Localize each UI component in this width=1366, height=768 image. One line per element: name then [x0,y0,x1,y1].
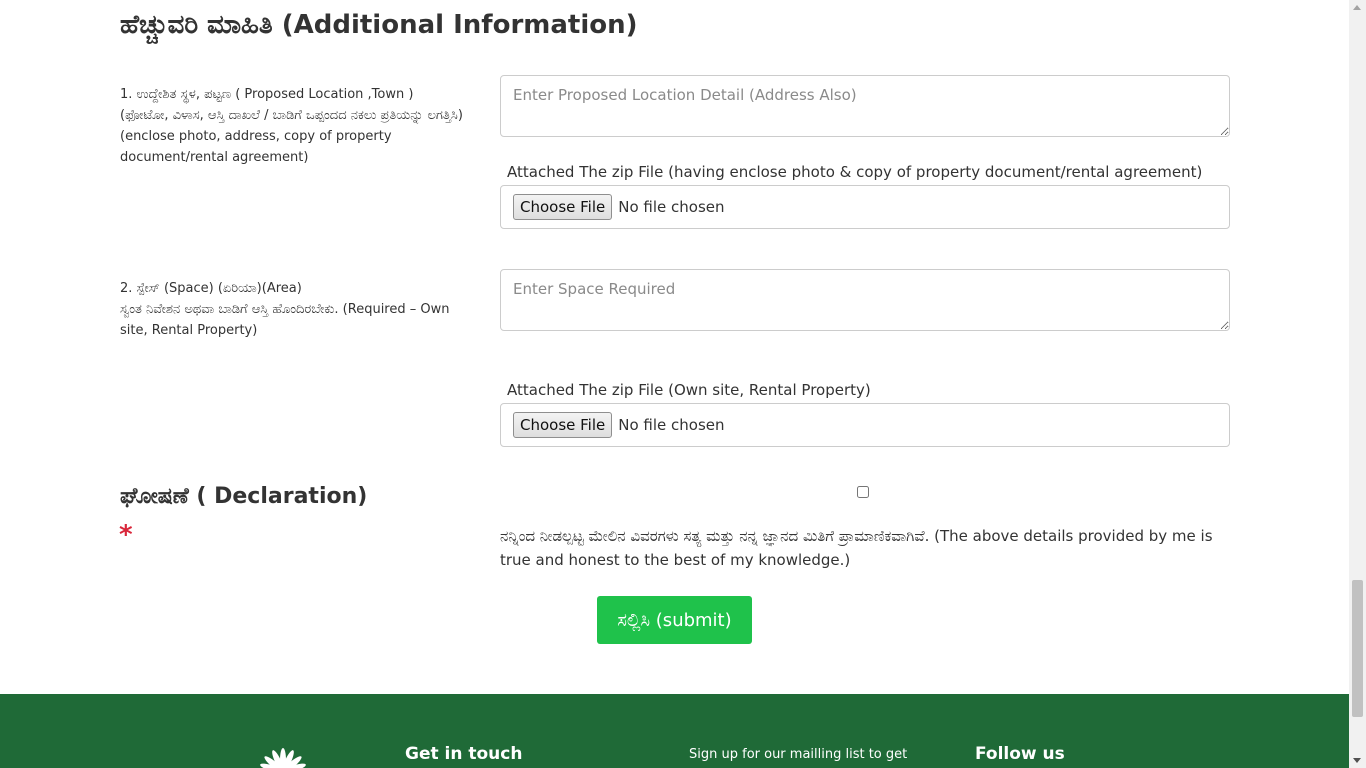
location-label-line1: 1. ಉದ್ದೇಶಿತ ಸ್ಥಳ, ಪಟ್ಟಣ ( Proposed Locat… [120,87,414,102]
location-choose-file-button[interactable]: Choose File [513,194,613,220]
declaration-checkbox[interactable] [857,486,869,498]
page: ಹೆಚ್ಚುವರಿ ಮಾಹಿತಿ (Additional Information… [0,0,1349,768]
declaration-title: ಘೋಷಣೆ ( Declaration) [120,484,368,509]
required-star: * [119,520,133,550]
space-choose-file-button[interactable]: Choose File [513,412,613,438]
footer-get-in-touch: Get in touch [405,744,523,764]
scroll-thumb[interactable] [1352,580,1363,717]
footer-logo-icon [260,748,306,768]
scroll-down-arrow-icon[interactable] [1353,758,1361,763]
location-attach-label: Attached The zip File (having enclose ph… [507,163,1203,181]
space-file-status: No file chosen [618,416,725,434]
space-attach-label: Attached The zip File (Own site, Rental … [507,381,871,399]
location-file-status: No file chosen [618,198,725,216]
location-label: 1. ಉದ್ದೇಶಿತ ಸ್ಥಳ, ಪಟ್ಟಣ ( Proposed Locat… [120,84,470,168]
location-file-input[interactable]: Choose File No file chosen [500,185,1230,229]
vertical-scrollbar[interactable] [1349,0,1366,768]
footer-follow-us: Follow us [975,744,1065,764]
scroll-up-arrow-icon[interactable] [1353,5,1361,10]
location-label-line2: (ಫೋಟೋ, ವಿಳಾಸ, ಆಸ್ತಿ ದಾಖಲೆ / ಬಾಡಿಗೆ ಒಪ್ಪಂ… [120,108,463,165]
space-label-line1: 2. ಸ್ಪೇಸ್ (Space) (ಏರಿಯಾ)(Area) [120,281,302,296]
footer: Get in touch Sign up for our mailling li… [0,694,1349,768]
footer-mailing-text: Sign up for our mailling list to get [689,747,908,762]
space-textarea[interactable] [500,269,1230,331]
space-file-input[interactable]: Choose File No file chosen [500,403,1230,447]
declaration-text: ನನ್ನಿಂದ ನೀಡಲ್ಪಟ್ಟ ಮೇಲಿನ ವಿವರಗಳು ಸತ್ಯ ಮತ್… [500,527,1213,569]
submit-button[interactable]: ಸಲ್ಲಿಸಿ (submit) [597,596,752,644]
section-title: ಹೆಚ್ಚುವರಿ ಮಾಹಿತಿ (Additional Information… [120,10,638,40]
space-label-line2: ಸ್ವಂತ ನಿವೇಶನ ಅಥವಾ ಬಾಡಿಗೆ ಆಸ್ತಿ ಹೊಂದಿರಬೇಕ… [120,302,450,338]
location-textarea[interactable] [500,75,1230,137]
space-label: 2. ಸ್ಪೇಸ್ (Space) (ಏರಿಯಾ)(Area) ಸ್ವಂತ ನಿ… [120,278,470,341]
